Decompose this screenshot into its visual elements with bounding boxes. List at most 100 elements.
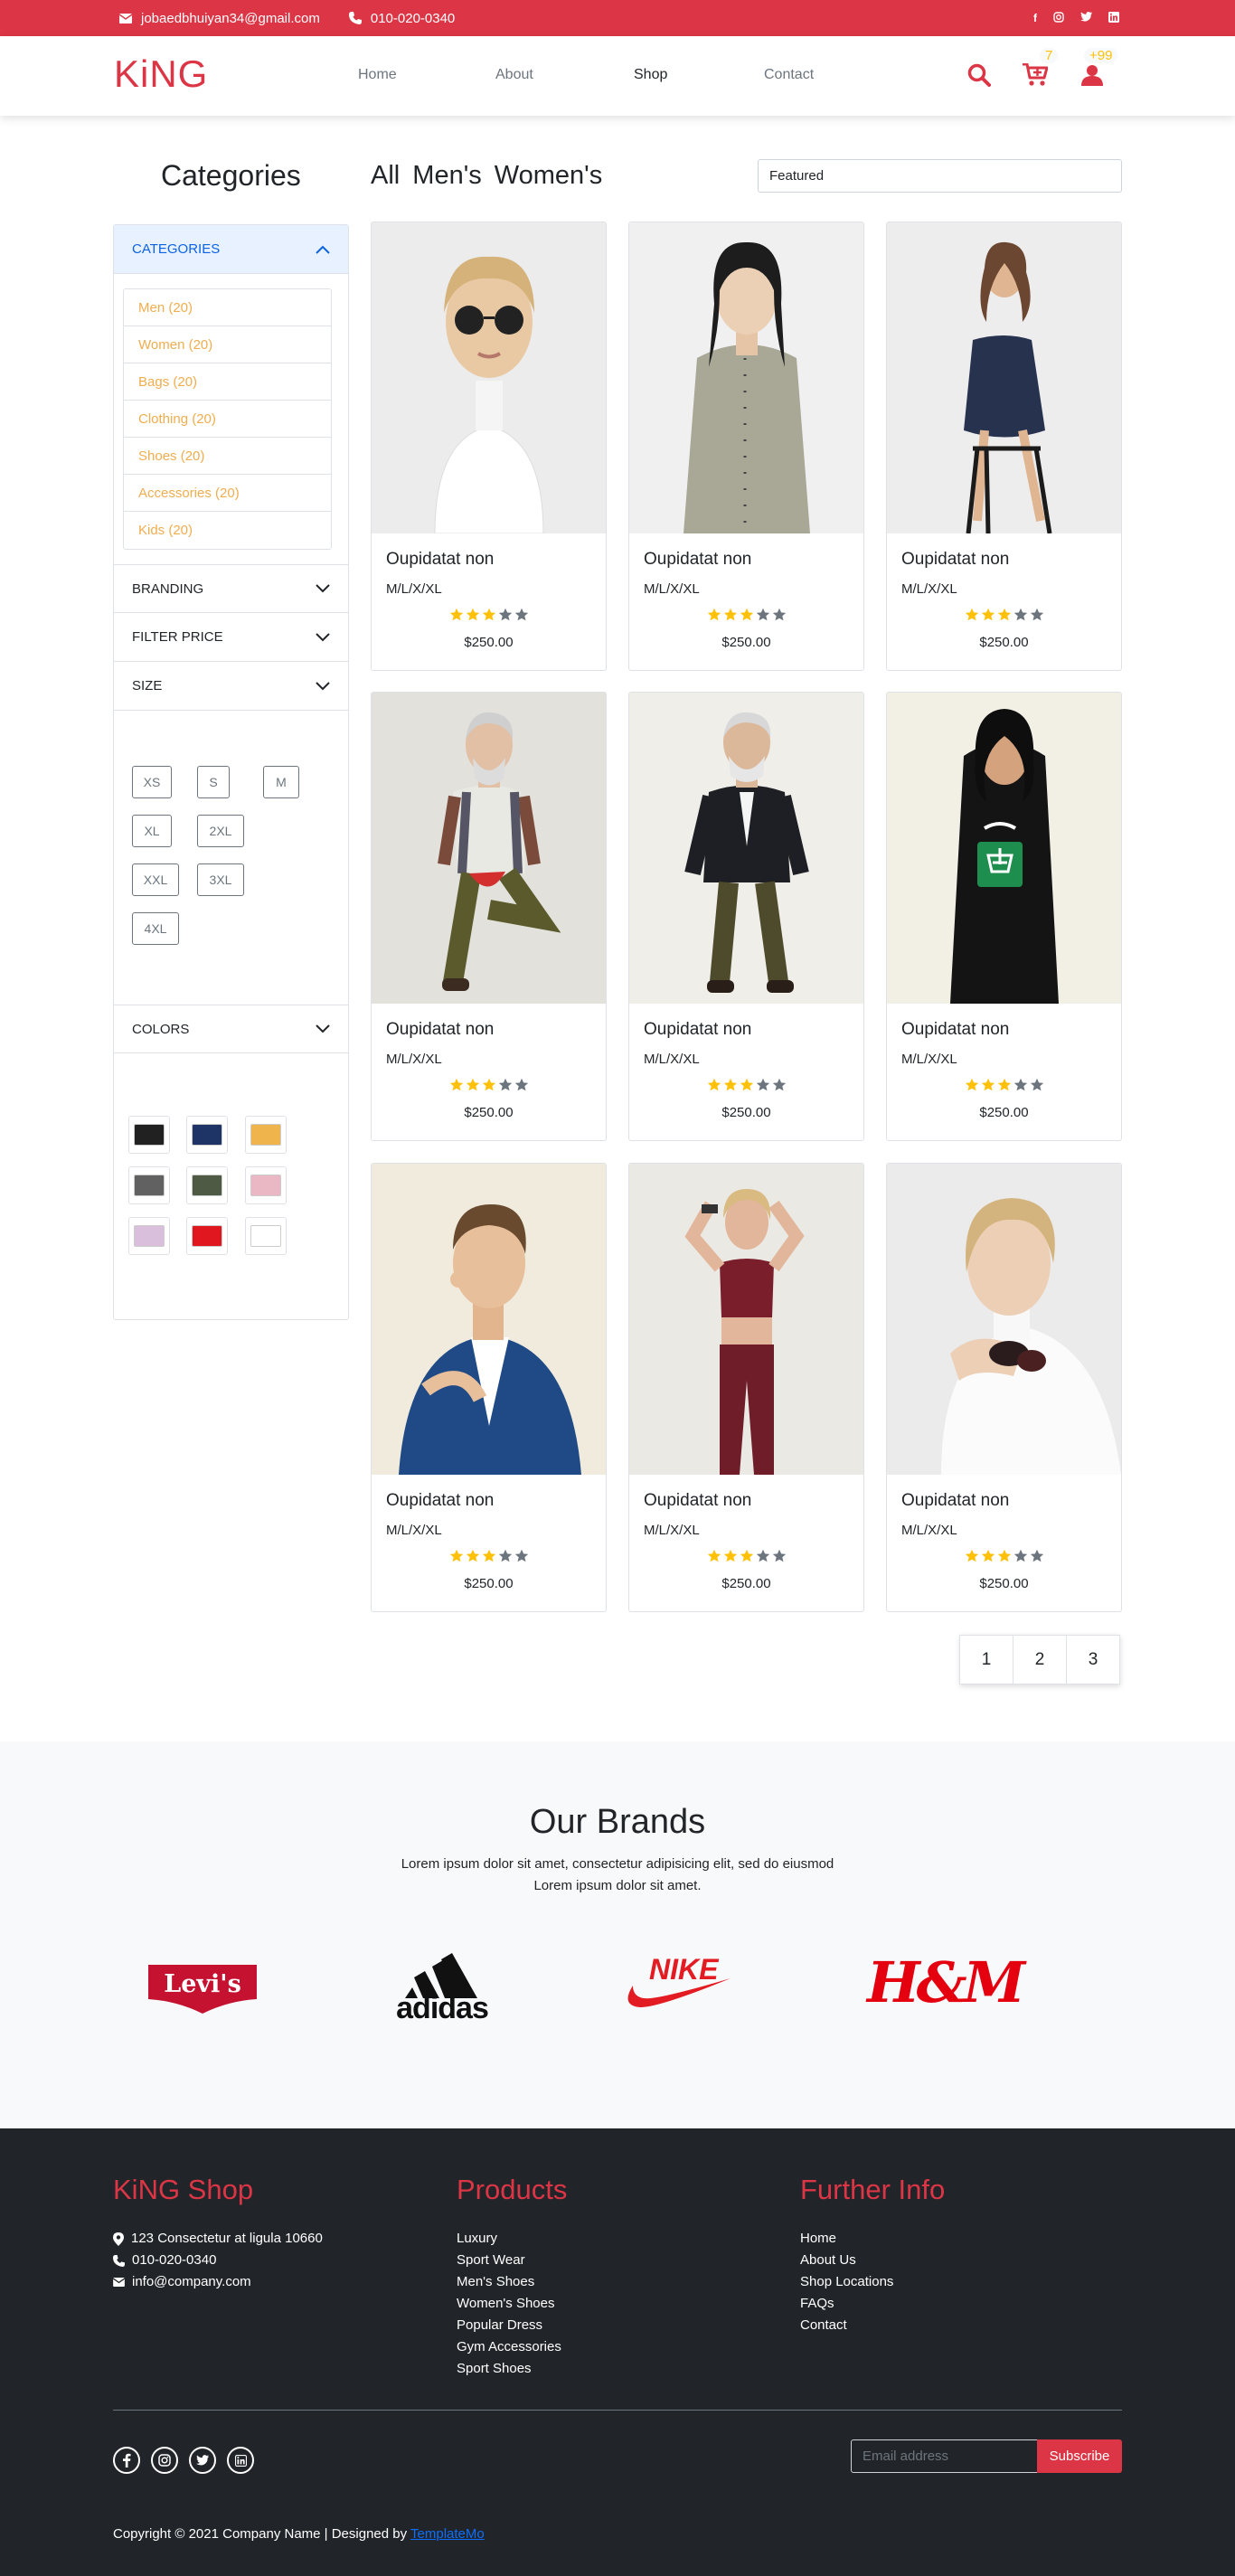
product-image[interactable] xyxy=(629,1164,863,1475)
user-icon[interactable] xyxy=(1081,64,1103,86)
linkedin-icon[interactable] xyxy=(1108,11,1119,25)
instagram-icon[interactable] xyxy=(151,2447,178,2474)
size-button-4xl[interactable]: 4XL xyxy=(132,912,179,945)
product-image[interactable] xyxy=(887,222,1121,534)
size-accordion-header[interactable]: SIZE xyxy=(114,662,348,711)
product-name[interactable]: Oupidatat non xyxy=(901,1491,1009,1511)
designer-link[interactable]: TemplateMo xyxy=(410,2526,485,2542)
twitter-icon[interactable] xyxy=(189,2447,216,2474)
color-swatch-olive[interactable] xyxy=(186,1166,228,1204)
brand-logo-adidas[interactable]: adidas xyxy=(387,1953,497,2027)
color-swatch-navy[interactable] xyxy=(186,1116,228,1154)
footer-link-home[interactable]: Home xyxy=(800,2228,893,2250)
size-button-3xl[interactable]: 3XL xyxy=(197,863,244,896)
facebook-icon[interactable] xyxy=(113,2447,140,2474)
sort-select[interactable]: Featured xyxy=(758,159,1122,193)
product-card[interactable]: Oupidatat non M/L/X/XL $250.00 xyxy=(371,222,607,671)
brand-logo-hm[interactable]: H&M xyxy=(863,1949,1025,2022)
product-card[interactable]: Oupidatat non M/L/X/XL $250.00 xyxy=(886,692,1122,1141)
subscribe-button[interactable]: Subscribe xyxy=(1037,2439,1122,2473)
footer-link-sport-shoes[interactable]: Sport Shoes xyxy=(457,2358,561,2380)
color-swatch-lavender[interactable] xyxy=(128,1217,170,1255)
category-item-accessories[interactable]: Accessories (20) xyxy=(124,475,331,512)
page-link-3[interactable]: 3 xyxy=(1066,1635,1120,1684)
color-swatch-grey[interactable] xyxy=(128,1166,170,1204)
product-image[interactable] xyxy=(887,693,1121,1004)
newsletter-email-input[interactable]: Email address xyxy=(851,2439,1038,2473)
categories-accordion-header[interactable]: CATEGORIES xyxy=(114,225,348,274)
size-button-m[interactable]: M xyxy=(263,766,299,798)
nav-link-shop[interactable]: Shop xyxy=(634,67,667,83)
color-swatch-pink[interactable] xyxy=(245,1166,287,1204)
footer-link-mens-shoes[interactable]: Men's Shoes xyxy=(457,2271,561,2293)
product-name[interactable]: Oupidatat non xyxy=(386,1020,494,1040)
product-image[interactable] xyxy=(372,693,606,1004)
instagram-icon[interactable] xyxy=(1053,11,1064,25)
site-logo[interactable]: KiNG xyxy=(114,52,208,96)
topbar-email[interactable]: jobaedbhuiyan34@gmail.com xyxy=(141,11,320,26)
category-item-clothing[interactable]: Clothing (20) xyxy=(124,401,331,438)
search-icon[interactable] xyxy=(967,63,991,87)
price-accordion-header[interactable]: FILTER PRICE xyxy=(114,613,348,662)
category-item-bags[interactable]: Bags (20) xyxy=(124,363,331,401)
color-swatch-black[interactable] xyxy=(128,1116,170,1154)
facebook-icon[interactable]: f xyxy=(1033,12,1037,24)
nav-link-contact[interactable]: Contact xyxy=(764,67,814,83)
color-swatch-yellow[interactable] xyxy=(245,1116,287,1154)
page-link-2[interactable]: 2 xyxy=(1013,1635,1067,1684)
product-card[interactable]: Oupidatat non M/L/X/XL $250.00 xyxy=(371,1163,607,1612)
topbar-phone[interactable]: 010-020-0340 xyxy=(371,11,455,26)
brand-logo-levis[interactable]: Levi's xyxy=(146,1961,259,2015)
product-name[interactable]: Oupidatat non xyxy=(644,1491,751,1511)
product-card[interactable]: Oupidatat non M/L/X/XL $250.00 xyxy=(371,692,607,1141)
footer-link-faqs[interactable]: FAQs xyxy=(800,2293,893,2315)
product-image[interactable] xyxy=(629,693,863,1004)
product-card[interactable]: Oupidatat non M/L/X/XL $250.00 xyxy=(628,222,864,671)
linkedin-icon[interactable] xyxy=(227,2447,254,2474)
footer-link-luxury[interactable]: Luxury xyxy=(457,2228,561,2250)
category-item-women[interactable]: Women (20) xyxy=(124,326,331,363)
product-name[interactable]: Oupidatat non xyxy=(386,550,494,570)
size-button-xs[interactable]: XS xyxy=(132,766,172,798)
product-card[interactable]: Oupidatat non M/L/X/XL $250.00 xyxy=(886,1163,1122,1612)
product-card[interactable]: Oupidatat non M/L/X/XL $250.00 xyxy=(886,222,1122,671)
product-image[interactable] xyxy=(372,1164,606,1475)
product-image[interactable] xyxy=(887,1164,1121,1475)
footer-link-contact[interactable]: Contact xyxy=(800,2315,893,2336)
footer-link-shop-locations[interactable]: Shop Locations xyxy=(800,2271,893,2293)
product-name[interactable]: Oupidatat non xyxy=(644,550,751,570)
category-item-men[interactable]: Men (20) xyxy=(124,289,331,326)
nav-link-about[interactable]: About xyxy=(495,67,533,83)
colors-accordion-header[interactable]: COLORS xyxy=(114,1005,348,1053)
cart-icon[interactable] xyxy=(1023,63,1048,87)
size-button-xl[interactable]: XL xyxy=(132,815,172,847)
product-name[interactable]: Oupidatat non xyxy=(386,1491,494,1511)
category-item-shoes[interactable]: Shoes (20) xyxy=(124,438,331,475)
product-image[interactable] xyxy=(629,222,863,533)
nav-link-home[interactable]: Home xyxy=(358,67,397,83)
footer-email[interactable]: info@company.com xyxy=(132,2271,251,2293)
footer-link-popular-dress[interactable]: Popular Dress xyxy=(457,2315,561,2336)
color-swatch-white[interactable] xyxy=(245,1217,287,1255)
color-swatch-red[interactable] xyxy=(186,1217,228,1255)
category-item-kids[interactable]: Kids (20) xyxy=(124,512,331,549)
size-button-s[interactable]: S xyxy=(197,766,230,798)
brand-logo-nike[interactable]: NIKE xyxy=(624,1953,734,2025)
product-card[interactable]: Oupidatat non M/L/X/XL $250.00 xyxy=(628,692,864,1141)
product-card[interactable]: Oupidatat non M/L/X/XL $250.00 xyxy=(628,1163,864,1612)
size-button-2xl[interactable]: 2XL xyxy=(197,815,244,847)
product-name[interactable]: Oupidatat non xyxy=(901,550,1009,570)
product-name[interactable]: Oupidatat non xyxy=(644,1020,751,1040)
twitter-icon[interactable] xyxy=(1080,12,1092,24)
product-name[interactable]: Oupidatat non xyxy=(901,1020,1009,1040)
footer-link-womens-shoes[interactable]: Women's Shoes xyxy=(457,2293,561,2315)
page-link-1[interactable]: 1 xyxy=(959,1635,1013,1684)
footer-phone[interactable]: 010-020-0340 xyxy=(132,2250,216,2271)
footer-link-gym-accessories[interactable]: Gym Accessories xyxy=(457,2336,561,2358)
branding-accordion-header[interactable]: BRANDING xyxy=(114,564,348,613)
product-image[interactable] xyxy=(372,222,606,534)
size-button-xxl[interactable]: XXL xyxy=(132,863,179,896)
footer-link-about-us[interactable]: About Us xyxy=(800,2250,893,2271)
product-price: $250.00 xyxy=(721,1576,771,1591)
footer-link-sport-wear[interactable]: Sport Wear xyxy=(457,2250,561,2271)
